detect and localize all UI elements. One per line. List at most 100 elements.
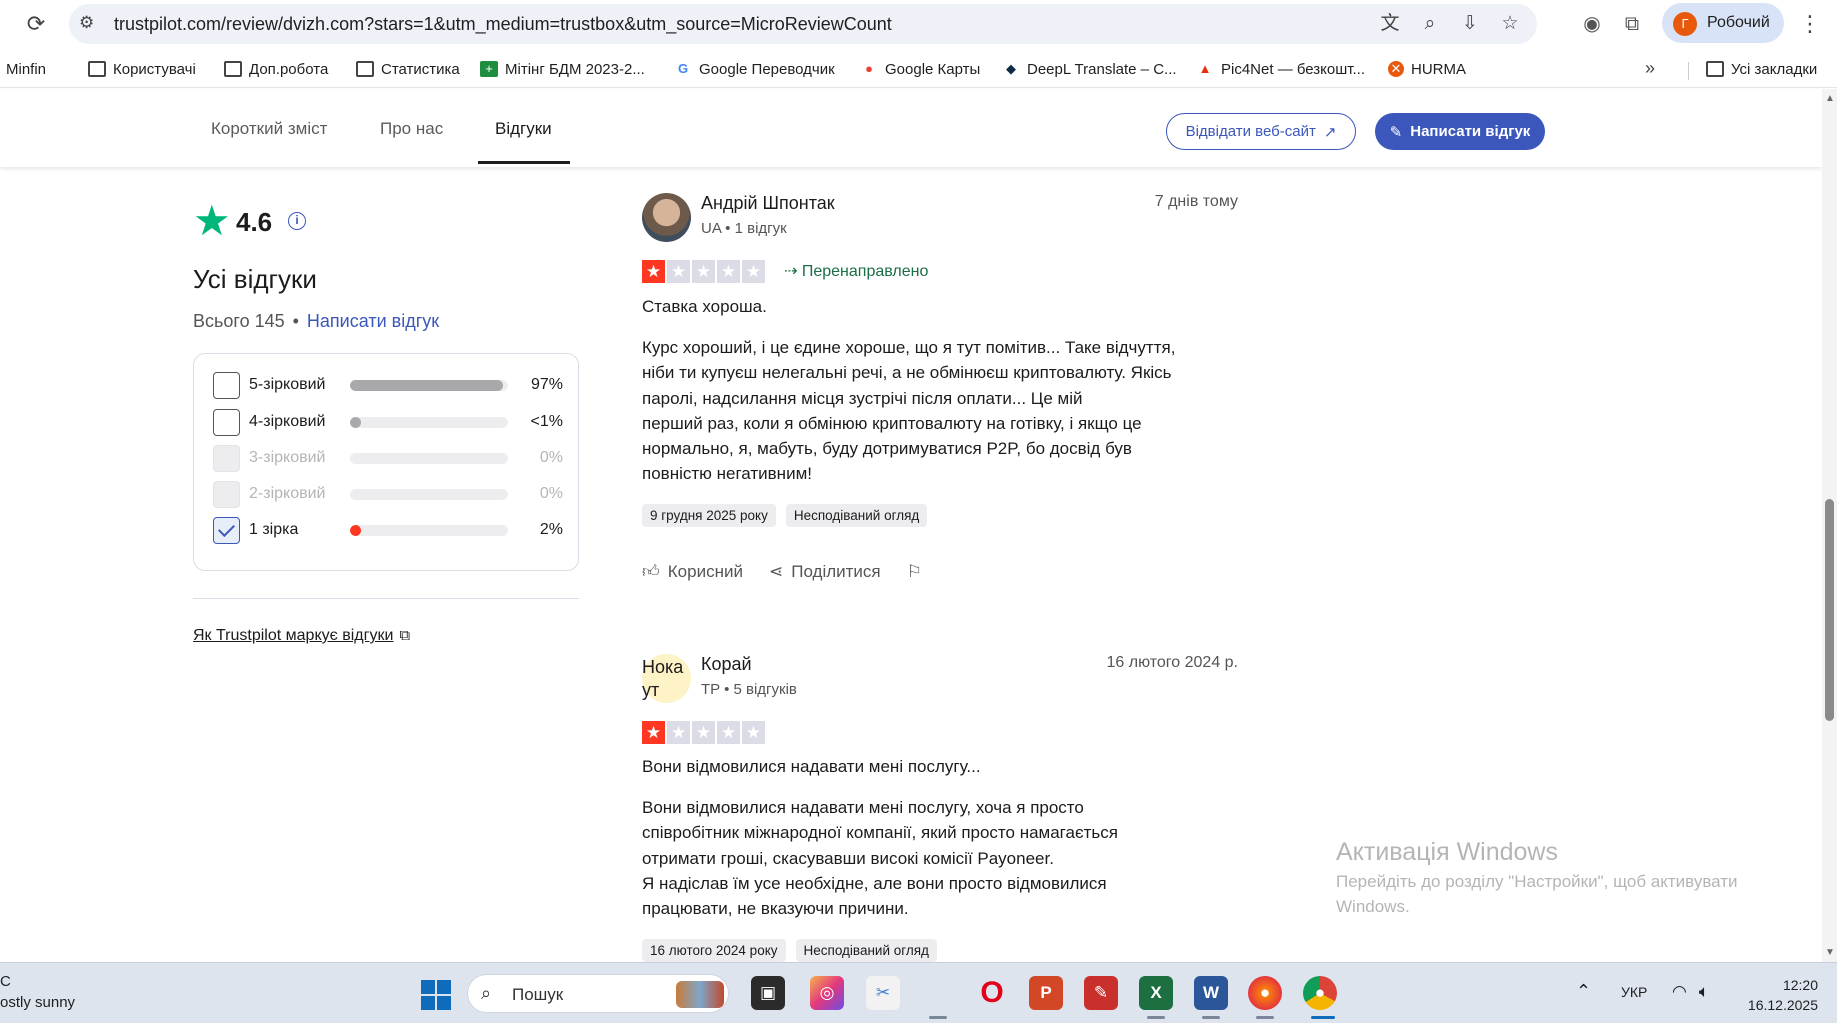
bookmark-hurma[interactable]: ✕ HURMA (1388, 58, 1466, 80)
bookmark-deepl[interactable]: ◆ DeepL Translate – С... (1002, 58, 1177, 80)
task-view-icon[interactable]: ▣ (751, 976, 785, 1010)
taskbar-search[interactable]: ⌕ Пошук (467, 974, 729, 1013)
browser-menu-icon[interactable]: ⋮ (1798, 10, 1822, 38)
word-icon[interactable]: W (1194, 976, 1228, 1010)
tab-reviews[interactable]: Відгуки (495, 119, 552, 139)
bookmark-meeting[interactable]: + Мітінг БДМ 2023-2... (480, 58, 645, 80)
review-title[interactable]: Вони відмовилися надавати мені послугу..… (642, 757, 981, 777)
bookmark-google-maps[interactable]: ● Google Карты (860, 58, 980, 80)
bookmark-users[interactable]: Користувачі (88, 58, 196, 80)
visit-website-button[interactable]: Відвідати веб-сайт ↗ (1166, 113, 1356, 150)
redirected-badge[interactable]: ⇢ Перенаправлено (784, 261, 928, 281)
bookmark-extra-work[interactable]: Доп.робота (224, 58, 328, 80)
unprompted-review-tag[interactable]: Несподіваний огляд (795, 939, 937, 962)
review-tags: 16 лютого 2024 року Несподіваний огляд (642, 939, 937, 962)
pdf-editor-icon[interactable]: ✎ (1084, 976, 1118, 1010)
bookmark-label: HURMA (1411, 60, 1466, 78)
scrollbar-thumb[interactable] (1825, 499, 1834, 721)
helpful-button[interactable]: 👍︎ Корисний (642, 561, 743, 582)
profile-button[interactable]: Г Робочий (1662, 3, 1784, 43)
share-button[interactable]: ⋖ Поділитися (769, 562, 881, 582)
windows-activation-title: Активація Windows (1336, 838, 1558, 866)
firefox-icon[interactable]: ● (1248, 976, 1282, 1010)
url-text[interactable]: trustpilot.com/review/dvizh.com?stars=1&… (114, 14, 892, 35)
bookmark-all[interactable]: Усі закладки (1706, 58, 1817, 80)
address-bar[interactable]: ⚙ trustpilot.com/review/dvizh.com?stars=… (69, 4, 1537, 44)
filter-checkbox[interactable] (213, 409, 240, 436)
how-trustpilot-labels-link[interactable]: Як Trustpilot маркує відгуки ⧉ (193, 627, 410, 645)
reviewer-avatar[interactable]: Нока ут (642, 654, 691, 703)
page-scrollbar[interactable]: ▲ ▼ (1822, 89, 1837, 962)
star-icon: ★ (642, 260, 665, 283)
scroll-up-icon[interactable]: ▲ (1825, 93, 1835, 104)
star-filter-row[interactable]: 5-зірковий 97% (213, 372, 563, 400)
write-review-button[interactable]: ✎ Написати відгук (1375, 113, 1545, 150)
filter-checkbox[interactable] (213, 372, 240, 399)
bookmark-statistics[interactable]: Статистика (356, 58, 460, 80)
thumbs-up-icon: 👍︎ (642, 562, 660, 581)
tab-summary[interactable]: Короткий зміст (211, 119, 327, 139)
filter-bar-fill (350, 380, 504, 391)
write-review-link[interactable]: Написати відгук (307, 311, 439, 331)
bookmark-google-translate[interactable]: G Google Переводчик (674, 58, 835, 80)
reviewer-avatar[interactable] (642, 193, 691, 242)
site-settings-icon[interactable]: ⚙ (79, 13, 94, 33)
bookmarks-overflow-icon[interactable]: » (1645, 58, 1655, 79)
weather-widget[interactable]: C ostly sunny (0, 971, 75, 1013)
filter-bar (350, 525, 508, 536)
camera-icon[interactable]: ◉ (1578, 10, 1606, 38)
report-button[interactable]: ⚐ (907, 562, 922, 582)
experience-date-tag: 9 грудня 2025 року (642, 504, 776, 527)
star-filter-row[interactable]: 4-зірковий <1% (213, 409, 563, 437)
zoom-icon[interactable]: ⌕ (1417, 12, 1443, 36)
translate-icon[interactable]: 文 (1377, 12, 1403, 36)
search-placeholder: Пошук (512, 985, 564, 1004)
star-filter-row[interactable]: 1 зірка 2% (213, 517, 563, 545)
extensions-icon[interactable]: ⧉ (1618, 10, 1646, 38)
review-title[interactable]: Ставка хороша. (642, 297, 767, 317)
flag-icon: ⚐ (906, 561, 922, 581)
reload-icon[interactable]: ⟳ (22, 10, 50, 38)
taskbar-clock[interactable]: 12:20 16.12.2025 (1738, 975, 1818, 1015)
reviewer-name[interactable]: Корай (701, 654, 752, 675)
bookmark-label: Користувачі (113, 60, 196, 78)
bookmark-label: DeepL Translate – С... (1027, 60, 1177, 78)
chrome-icon[interactable]: ● (1303, 976, 1337, 1010)
site-sticky-header: Короткий зміст Про нас Відгуки Відвідати… (0, 89, 1822, 167)
photos-app-icon[interactable]: ◎ (810, 976, 844, 1010)
filter-checkbox[interactable] (213, 517, 240, 544)
install-app-icon[interactable]: ⇩ (1457, 12, 1483, 36)
bookmark-label: Google Карты (885, 60, 981, 78)
snipping-tool-icon[interactable]: ✂ (866, 976, 900, 1010)
all-reviews-heading: Усі відгуки (193, 264, 317, 294)
bookmark-star-icon[interactable]: ☆ (1497, 12, 1523, 36)
filter-checkbox (213, 445, 240, 472)
folder-icon (1706, 61, 1724, 77)
unprompted-review-tag[interactable]: Несподіваний огляд (785, 504, 928, 527)
system-tray[interactable]: ◠ 🔈︎ (1672, 982, 1709, 1002)
windows-start-icon[interactable] (421, 980, 451, 1010)
app-running-indicator (1202, 1016, 1220, 1019)
write-review-label: Написати відгук (1410, 123, 1531, 140)
bookmark-minfin[interactable]: Minfin (6, 58, 46, 80)
bookmark-label: Усі закладки (1731, 60, 1818, 78)
show-hidden-icons-icon[interactable]: ⌃ (1576, 981, 1591, 1002)
info-icon[interactable]: i (288, 212, 306, 230)
bookmark-pic4net[interactable]: ▲ Pic4Net — безкошт... (1196, 58, 1365, 80)
scroll-down-icon[interactable]: ▼ (1825, 947, 1835, 958)
tab-about[interactable]: Про нас (380, 119, 443, 139)
powerpoint-icon[interactable]: P (1029, 976, 1063, 1010)
input-language[interactable]: УКР (1621, 984, 1647, 1000)
filter-bar (350, 453, 508, 464)
star-icon: ★ (692, 260, 715, 283)
redirected-label: Перенаправлено (801, 263, 929, 280)
opera-icon[interactable]: O (975, 976, 1009, 1010)
google-translate-icon: G (677, 61, 689, 76)
sheets-icon: + (480, 61, 498, 77)
reviewer-name[interactable]: Андрій Шпонтак (701, 193, 835, 214)
visit-website-label: Відвідати веб-сайт (1185, 123, 1316, 140)
filter-label: 1 зірка (249, 521, 299, 538)
filter-percent: 2% (539, 521, 563, 538)
bookmark-label: Google Переводчик (699, 60, 835, 78)
excel-icon[interactable]: X (1139, 976, 1173, 1010)
